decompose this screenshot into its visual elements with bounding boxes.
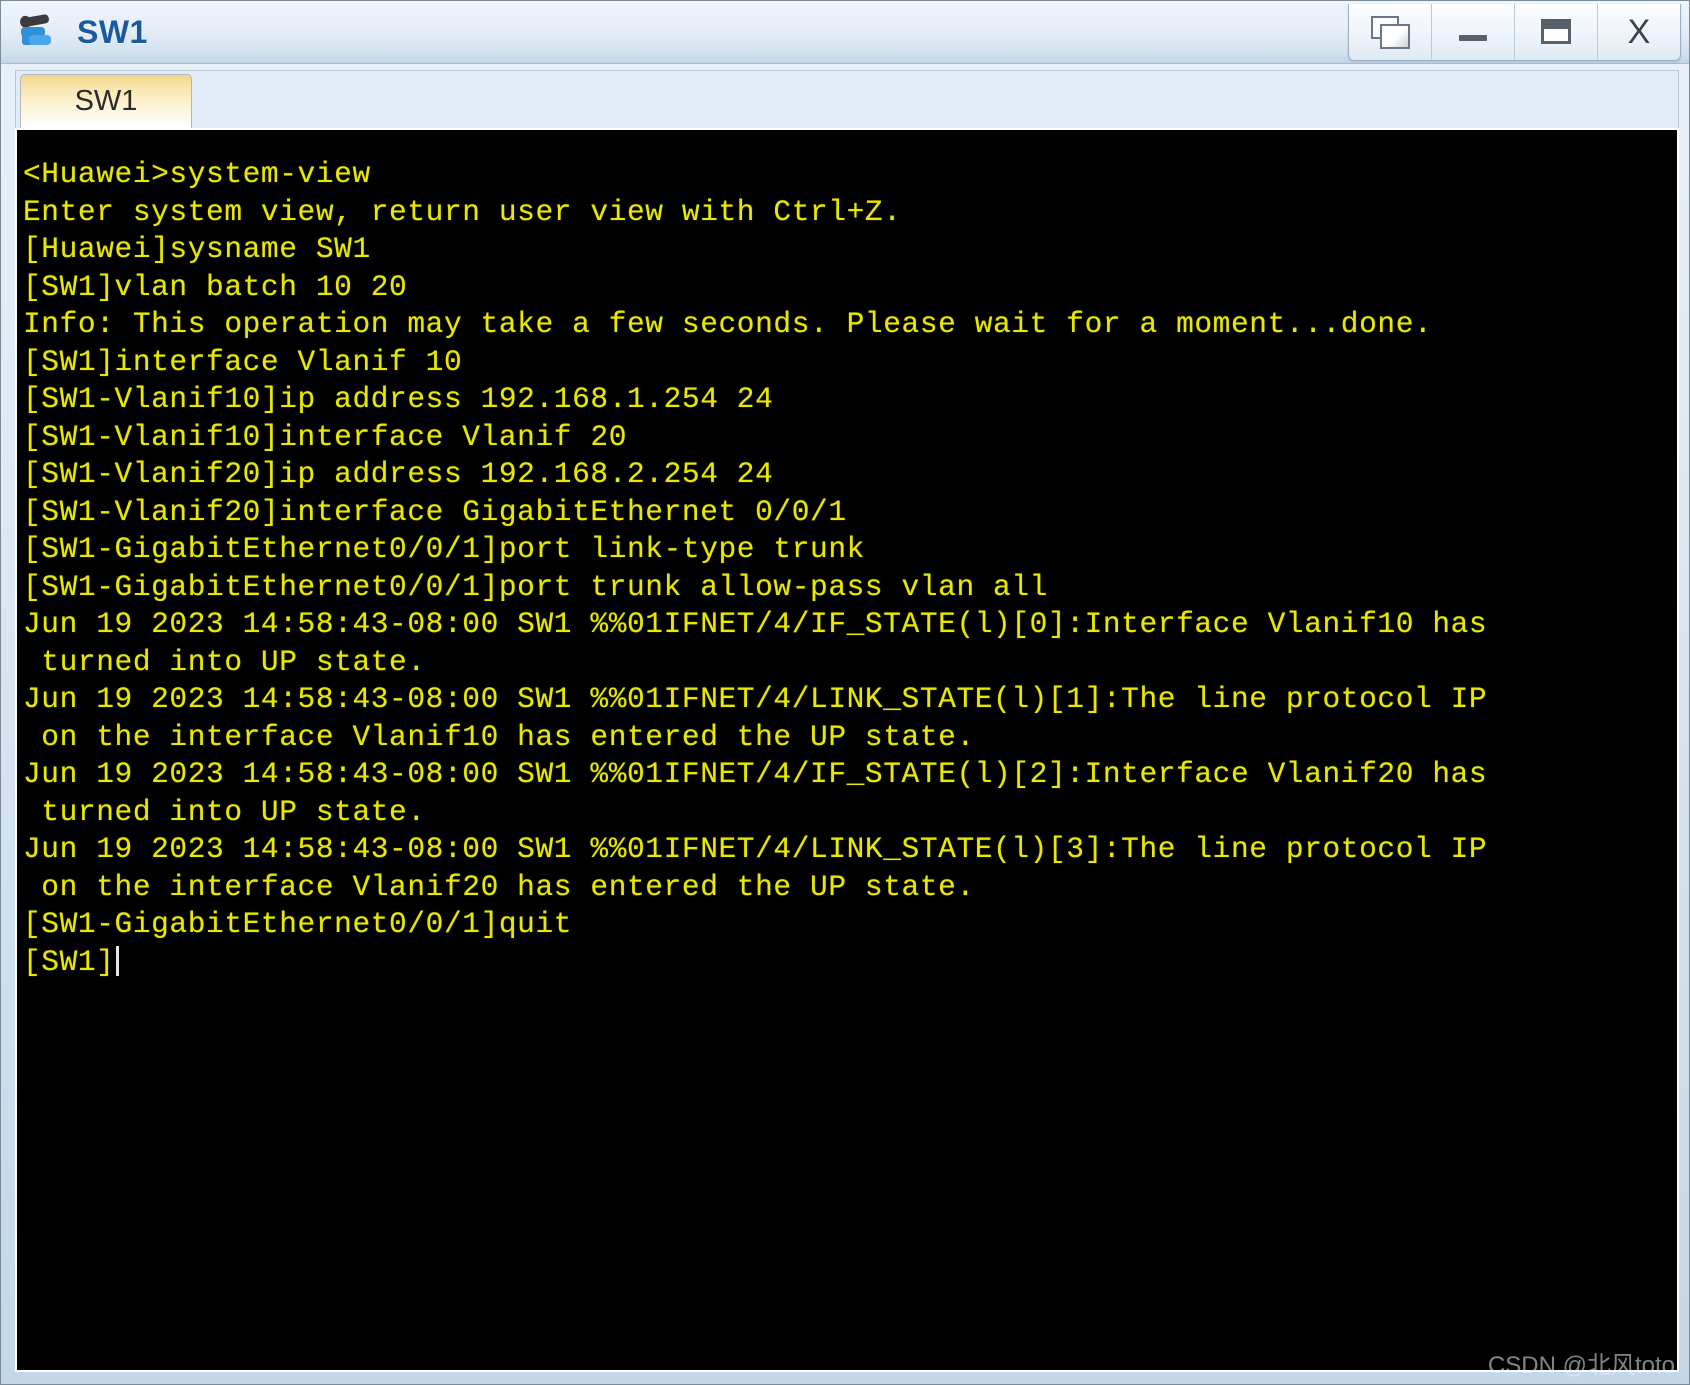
console-line: [SW1]vlan batch 10 20: [23, 269, 408, 304]
console-line: Enter system view, return user view with…: [23, 194, 902, 229]
terminal-window: SW1 X SW1 <Huawei>system-view Enter syst…: [0, 0, 1690, 1385]
restore-window-icon: [1371, 15, 1410, 49]
console-line: [SW1-Vlanif20]interface GigabitEthernet …: [23, 494, 847, 529]
console-line: [SW1-Vlanif10]ip address 192.168.1.254 2…: [23, 382, 774, 416]
console-line: [SW1-Vlanif10]interface Vlanif 20: [23, 419, 627, 454]
window-titlebar: SW1 X: [1, 1, 1689, 64]
console-line: on the interface Vlanif10 has entered th…: [23, 719, 975, 754]
console-line: <Huawei>system-view: [23, 157, 371, 191]
console-line: [Huawei]sysname SW1: [23, 232, 371, 266]
switch-device-icon: [19, 11, 61, 53]
tab-bar: SW1: [15, 70, 1679, 128]
console-line: Jun 19 2023 14:58:43-08:00 SW1 %%01IFNET…: [23, 682, 1488, 716]
text-cursor: [115, 945, 119, 976]
restore-button[interactable]: [1349, 3, 1432, 60]
console-frame: <Huawei>system-view Enter system view, re…: [15, 128, 1679, 1372]
console-line: turned into UP state.: [23, 644, 426, 679]
console-line: Jun 19 2023 14:58:43-08:00 SW1 %%01IFNET…: [23, 757, 1488, 791]
console-line: Jun 19 2023 14:58:43-08:00 SW1 %%01IFNET…: [23, 832, 1488, 866]
console-line: Jun 19 2023 14:58:43-08:00 SW1 %%01IFNET…: [23, 607, 1488, 641]
minimize-button[interactable]: [1432, 3, 1515, 60]
console-line: [SW1-Vlanif20]ip address 192.168.2.254 2…: [23, 457, 774, 491]
minimize-icon: [1459, 34, 1487, 41]
console-line: on the interface Vlanif20 has entered th…: [23, 869, 975, 904]
console-line: Info: This operation may take a few seco…: [23, 307, 1433, 341]
console-output[interactable]: <Huawei>system-view Enter system view, re…: [17, 130, 1677, 1370]
console-line: [SW1-GigabitEthernet0/0/1]port link-type…: [23, 532, 865, 566]
tab-label: SW1: [74, 85, 138, 117]
console-prompt: [SW1]: [23, 944, 115, 979]
console-prompt-line: [SW1]: [23, 944, 1677, 982]
maximize-button[interactable]: [1515, 3, 1598, 60]
tab-sw1[interactable]: SW1: [20, 74, 192, 128]
console-line: turned into UP state.: [23, 794, 426, 829]
console-line: [SW1-GigabitEthernet0/0/1]port trunk all…: [23, 569, 1048, 604]
maximize-icon: [1541, 19, 1571, 44]
close-button[interactable]: X: [1598, 4, 1680, 60]
console-line: [SW1-GigabitEthernet0/0/1]quit: [23, 907, 573, 941]
window-controls: X: [1348, 3, 1681, 61]
close-icon: X: [1627, 12, 1651, 51]
window-title: SW1: [77, 13, 148, 50]
console-line: [SW1]interface Vlanif 10: [23, 344, 463, 379]
